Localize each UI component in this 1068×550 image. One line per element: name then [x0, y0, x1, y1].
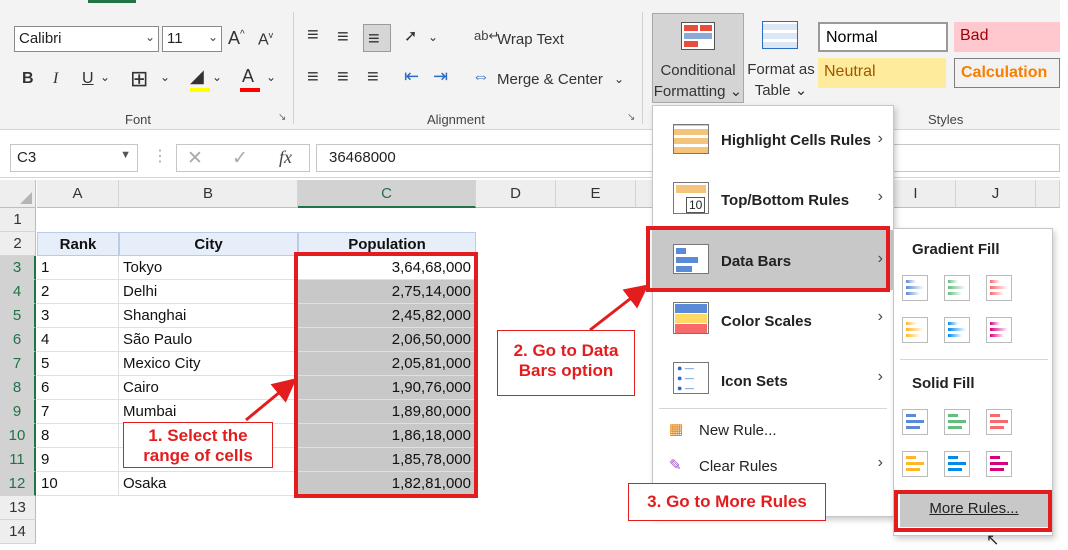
menu-item-color-scales[interactable]: Color Scales › — [653, 296, 893, 346]
clear-rules-icon: ✎ — [669, 457, 682, 474]
menu-item-label: Top/Bottom Rules — [721, 192, 850, 209]
chevron-right-icon: › — [877, 308, 883, 325]
solid-fill-heading: Solid Fill — [912, 375, 975, 392]
menu-item-label: Color Scales — [721, 313, 812, 330]
gradient-bar-green[interactable] — [944, 275, 970, 301]
menu-item-top-bottom-rules[interactable]: 10 Top/Bottom Rules › — [653, 176, 893, 226]
gradient-bar-light-blue[interactable] — [944, 317, 970, 343]
solid-bar-purple[interactable] — [986, 451, 1012, 477]
menu-separator — [659, 408, 887, 409]
menu-item-label: Highlight Cells Rules — [721, 132, 872, 149]
menu-item-icon-sets[interactable]: ● — ● — ● — Icon Sets › — [653, 356, 893, 406]
gradient-fill-heading: Gradient Fill — [912, 241, 1000, 258]
submenu-separator — [900, 359, 1048, 360]
menu-item-label: Icon Sets — [721, 373, 788, 390]
highlight-cells-icon — [673, 124, 709, 154]
menu-item-label: Clear Rules — [699, 458, 778, 475]
chevron-right-icon: › — [877, 188, 883, 205]
solid-bar-orange[interactable] — [902, 451, 928, 477]
new-rule-icon: ▦ — [669, 421, 684, 438]
conditional-formatting-menu: Highlight Cells Rules › 10 Top/Bottom Ru… — [652, 105, 894, 517]
chevron-right-icon: › — [877, 368, 883, 385]
menu-item-clear-rules[interactable]: ✎ Clear Rules › — [653, 450, 893, 482]
solid-bar-red[interactable] — [986, 409, 1012, 435]
menu-item-new-rule[interactable]: ▦ New Rule... — [653, 414, 893, 446]
solid-bar-light-blue[interactable] — [944, 451, 970, 477]
gradient-bar-red[interactable] — [986, 275, 1012, 301]
mouse-cursor-icon: ↖ — [986, 532, 1000, 549]
chevron-right-icon: › — [877, 130, 883, 147]
color-scales-icon — [673, 302, 709, 334]
top-bottom-icon: 10 — [673, 182, 709, 214]
arrow-step-1 — [245, 378, 297, 422]
annotation-step-3: 3. Go to More Rules — [628, 483, 826, 521]
arrow-step-2 — [589, 284, 649, 332]
solid-bar-blue[interactable] — [902, 409, 928, 435]
icon-sets-icon: ● — ● — ● — — [673, 362, 709, 394]
menu-item-highlight-cells-rules[interactable]: Highlight Cells Rules › — [653, 118, 893, 168]
data-bars-highlight — [646, 226, 890, 292]
gradient-bar-orange[interactable] — [902, 317, 928, 343]
chevron-right-icon: › — [877, 454, 883, 471]
menu-item-label: New Rule... — [699, 422, 777, 439]
more-rules-highlight — [894, 490, 1052, 532]
gradient-bar-blue[interactable] — [902, 275, 928, 301]
gradient-bar-purple[interactable] — [986, 317, 1012, 343]
solid-bar-green[interactable] — [944, 409, 970, 435]
